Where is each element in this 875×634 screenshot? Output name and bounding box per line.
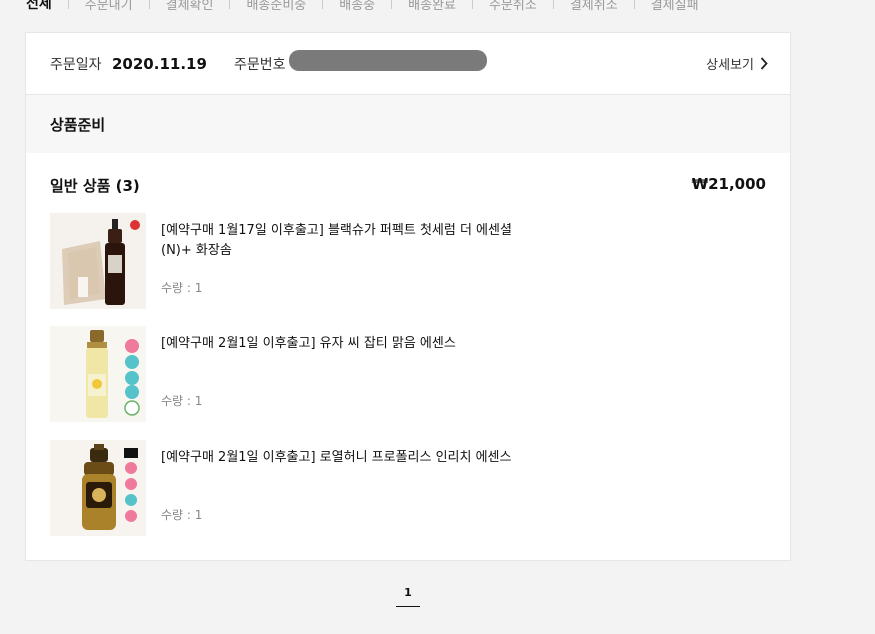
order-date-value: 2020.11.19	[112, 54, 207, 73]
product-group-header: 일반 상품 (3) ₩21,000	[26, 153, 790, 215]
tab-all[interactable]: 전체	[26, 0, 52, 13]
order-number-label: 주문번호	[234, 56, 286, 73]
order-status-tabs: 전체 주문내기 결제확인 배송준비중 배송중 배송완료 주문취소 결제취소 결제…	[26, 0, 699, 14]
product-thumbnail[interactable]	[50, 326, 146, 422]
tab-divider	[229, 0, 231, 9]
tab-delivered[interactable]: 배송완료	[408, 0, 456, 13]
tab-divider	[552, 0, 554, 9]
view-details-label: 상세보기	[706, 58, 754, 73]
view-details-link[interactable]: 상세보기	[706, 54, 768, 73]
shipment-status: 상품준비	[26, 95, 790, 153]
tab-divider	[472, 0, 473, 9]
product-quantity: 수량 : 1	[161, 508, 203, 522]
tab-payment-cancelled[interactable]: 결제취소	[570, 0, 618, 13]
tab-payment-failed[interactable]: 결제실패	[651, 0, 699, 13]
product-item[interactable]: [예약구매 2월1일 이후출고] 로열허니 프로폴리스 인리치 에센스 수량 :…	[50, 440, 550, 538]
order-card: 주문일자 2020.11.19 주문번호 상세보기 상품준비 일반 상품 (3)…	[25, 32, 791, 561]
tab-divider	[67, 0, 69, 9]
tab-divider	[148, 0, 150, 9]
product-thumbnail[interactable]	[50, 213, 146, 309]
tab-payment-confirmed[interactable]: 결제확인	[166, 0, 214, 13]
product-item[interactable]: [예약구매 1월17일 이후출고] 블랙슈가 퍼펙트 첫세럼 더 에센셜(N)+…	[50, 213, 550, 311]
product-name[interactable]: [예약구매 2월1일 이후출고] 유자 씨 잡티 맑음 에센스	[161, 334, 521, 354]
tab-preparing-shipment[interactable]: 배송준비중	[246, 0, 306, 13]
product-group-title: 일반 상품 (3)	[50, 177, 140, 195]
product-quantity: 수량 : 1	[161, 394, 203, 408]
pagination-page-1[interactable]: 1	[396, 586, 420, 607]
tab-divider	[322, 0, 324, 9]
product-item[interactable]: [예약구매 2월1일 이후출고] 유자 씨 잡티 맑음 에센스 수량 : 1	[50, 326, 550, 424]
tab-divider	[633, 0, 635, 9]
product-quantity: 수량 : 1	[161, 281, 203, 295]
order-header: 주문일자 2020.11.19 주문번호 상세보기	[26, 33, 790, 95]
product-group-total: ₩21,000	[691, 175, 766, 193]
product-name[interactable]: [예약구매 1월17일 이후출고] 블랙슈가 퍼펙트 첫세럼 더 에센셜(N)+…	[161, 221, 521, 261]
tab-shipping[interactable]: 배송중	[339, 0, 375, 13]
tab-divider	[391, 0, 393, 9]
product-thumbnail[interactable]	[50, 440, 146, 536]
tab-order-cancelled[interactable]: 주문취소	[489, 0, 537, 13]
order-number-redacted	[289, 50, 487, 71]
order-date-label: 주문일자	[50, 56, 102, 73]
tab-order-placed[interactable]: 주문내기	[85, 0, 133, 13]
product-name[interactable]: [예약구매 2월1일 이후출고] 로열허니 프로폴리스 인리치 에센스	[161, 448, 521, 468]
chevron-right-icon	[760, 57, 768, 70]
